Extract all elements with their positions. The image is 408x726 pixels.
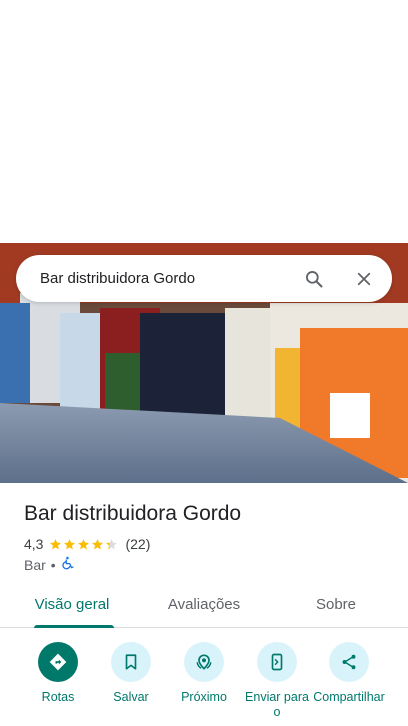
search-bar[interactable]: Bar distribuidora Gordo (16, 255, 392, 302)
save-button[interactable]: Salvar (94, 640, 168, 705)
directions-icon (38, 642, 78, 682)
nearby-button[interactable]: Próximo (167, 640, 241, 705)
share-label: Compartilhar (313, 690, 385, 704)
save-label: Salvar (113, 690, 149, 704)
star-icon (92, 538, 104, 549)
place-title: Bar distribuidora Gordo (24, 502, 242, 525)
rating-stars (49, 538, 119, 551)
star-icon (50, 538, 62, 549)
search-input[interactable]: Bar distribuidora Gordo (40, 270, 276, 287)
star-icon (64, 538, 76, 549)
rating-value: 4,3 (24, 536, 44, 552)
send-to-phone-button[interactable]: Enviar para o (240, 640, 314, 720)
separator-dot: • (50, 556, 56, 573)
send-to-phone-label: Enviar para o (245, 690, 309, 719)
nearby-icon (184, 642, 224, 682)
star-icon (78, 538, 90, 549)
rating-row[interactable]: 4,3 (22) (24, 536, 150, 552)
nearby-label: Próximo (181, 690, 227, 704)
action-bar: Rotas Salvar Próximo Enviar para o Compa… (0, 640, 408, 726)
search-icon[interactable] (302, 267, 326, 291)
close-icon[interactable] (352, 267, 376, 291)
category-row: Bar • (24, 556, 75, 573)
star-icon (106, 538, 118, 549)
review-count: (22) (125, 536, 151, 552)
place-tabs: Visão geral Avaliações Sobre (0, 585, 408, 628)
share-button[interactable]: Compartilhar (312, 640, 386, 705)
directions-label: Rotas (41, 690, 75, 704)
wheelchair-icon (61, 556, 75, 573)
directions-button[interactable]: Rotas (21, 640, 95, 705)
category-label: Bar (24, 556, 46, 573)
bookmark-icon (111, 642, 151, 682)
tab-about[interactable]: Sobre (264, 585, 408, 627)
tab-overview[interactable]: Visão geral (0, 585, 144, 628)
send-to-phone-icon (257, 642, 297, 682)
share-icon (329, 642, 369, 682)
tab-reviews[interactable]: Avaliações (144, 585, 264, 627)
